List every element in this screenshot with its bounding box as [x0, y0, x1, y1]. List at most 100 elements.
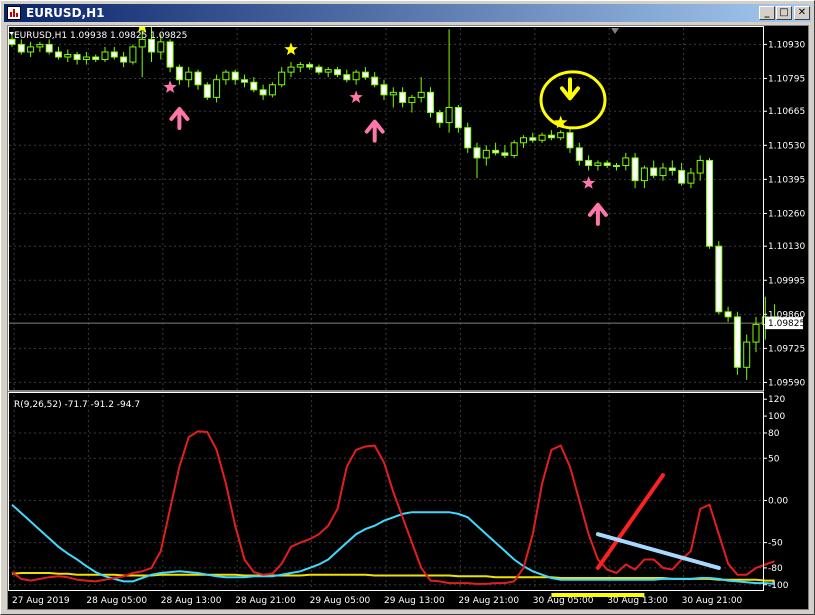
up-arrow-icon	[364, 119, 385, 143]
indicator-level-label: 50	[768, 454, 780, 464]
candle-body	[343, 74, 351, 81]
indicator-level-label: -80	[768, 564, 783, 574]
down-arrow-icon	[560, 77, 580, 101]
candle-body	[696, 159, 704, 174]
indicator-lines	[11, 430, 775, 585]
price-level-label: 1.10665	[768, 107, 805, 117]
candle-body	[724, 311, 732, 318]
candle-body	[92, 56, 100, 61]
candle-body	[110, 51, 118, 58]
candle-body	[36, 43, 44, 48]
candle-body	[454, 106, 462, 129]
price-level-label: 1.10795	[768, 74, 805, 84]
indicator-series-red	[11, 430, 775, 585]
maximize-icon: □	[779, 7, 789, 18]
pink-star-icon	[349, 90, 363, 103]
candle-body	[640, 167, 648, 182]
candle-body	[259, 89, 267, 96]
minimize-button[interactable]: _	[759, 6, 775, 20]
candle-body	[622, 157, 630, 166]
candle-body	[306, 64, 314, 68]
candle-body	[380, 84, 388, 96]
candle-body	[129, 46, 137, 63]
signal-markers	[135, 0, 608, 226]
time-highlight-bar	[551, 593, 645, 597]
indicator-level-label: 120	[768, 395, 785, 405]
candle-body	[120, 56, 128, 63]
candle-body	[408, 96, 416, 103]
indicator-level-label: 100	[768, 412, 785, 422]
title-bar[interactable]: EURUSD,H1 _ □ ✕	[4, 4, 811, 22]
candle-body	[73, 53, 81, 61]
time-axis-label: 29 Aug 13:00	[384, 596, 445, 606]
candle-body	[752, 323, 760, 343]
indicator-header: R(9,26,52) -71.7 -91.2 -94.7	[14, 400, 140, 410]
time-axis-label: 30 Aug 13:00	[607, 596, 668, 606]
candle-body	[538, 134, 546, 141]
candle-body	[631, 157, 639, 182]
candle-body	[520, 137, 527, 144]
candle-body	[482, 149, 490, 159]
indicator-level-label: 80	[768, 429, 780, 439]
time-axis-label: 30 Aug 05:00	[533, 596, 594, 606]
candle-body	[399, 91, 407, 103]
price-level-label: 1.09725	[768, 344, 805, 354]
candle-body	[278, 71, 286, 86]
candle-body	[427, 91, 434, 114]
candle-body	[613, 164, 620, 167]
candle-body	[733, 316, 741, 368]
price-level-label: 1.09590	[768, 378, 805, 388]
chart-app-icon	[7, 6, 21, 20]
candle-body	[64, 53, 72, 58]
candle-body	[101, 51, 109, 61]
candle-body	[445, 106, 453, 124]
candle-body	[473, 147, 481, 159]
candle-body	[715, 245, 723, 313]
candle-body	[687, 172, 695, 184]
candle-body	[575, 147, 583, 161]
chart-header: EURUSD,H1 1.09938 1.09825 1.09825	[14, 31, 187, 41]
candle-body	[241, 79, 248, 83]
candle-body	[417, 91, 425, 98]
price-chart-svg[interactable]: 1.10930 1.10795 1.10665 1.10530 1.10395 1.102…	[8, 0, 808, 609]
time-axis-label: 28 Aug 13:00	[161, 596, 222, 606]
candle-body	[529, 137, 537, 141]
price-level-label: 1.10260	[768, 209, 805, 219]
candle-body	[250, 81, 258, 91]
terminal-window: EURUSD,H1 _ □ ✕ 1.10930 1.10795 1.10665 1.1…	[0, 0, 815, 615]
candle-body	[371, 76, 379, 86]
up-arrow-icon	[169, 106, 190, 130]
candle-body	[287, 66, 295, 73]
candle-body	[566, 132, 574, 149]
candle-body	[706, 159, 713, 247]
candle-body	[668, 167, 676, 172]
chart-shift-icon	[611, 28, 619, 34]
price-level-label: 1.09995	[768, 276, 805, 286]
candle-body	[334, 69, 341, 76]
candle-body	[678, 170, 686, 184]
current-price-label: 1.09825	[768, 319, 805, 329]
candle-body	[557, 132, 565, 139]
candle-body	[659, 167, 667, 177]
candle-body	[296, 64, 304, 68]
candle-body	[603, 162, 611, 166]
time-axis-label: 30 Aug 21:00	[682, 596, 743, 606]
candle-body	[27, 46, 35, 53]
candle-body	[82, 56, 90, 61]
indicator-level-label: -50	[768, 539, 783, 549]
pink-star-icon	[163, 80, 177, 93]
maximize-button[interactable]: □	[776, 6, 792, 20]
price-level-label: 1.10395	[768, 175, 805, 185]
chart-area[interactable]: 1.10930 1.10795 1.10665 1.10530 1.10395 1.102…	[7, 0, 809, 610]
close-button[interactable]: ✕	[794, 6, 810, 20]
candle-body	[594, 162, 602, 166]
candle-body	[45, 43, 53, 53]
candle-body	[361, 71, 369, 78]
time-axis-label: 29 Aug 05:00	[310, 596, 371, 606]
candles	[8, 26, 779, 380]
minimize-icon: _	[764, 7, 770, 18]
candle-body	[157, 41, 165, 53]
grid-lines	[9, 28, 762, 589]
indicator-level-label: -100	[768, 581, 789, 591]
price-level-label: 1.10530	[768, 141, 805, 151]
